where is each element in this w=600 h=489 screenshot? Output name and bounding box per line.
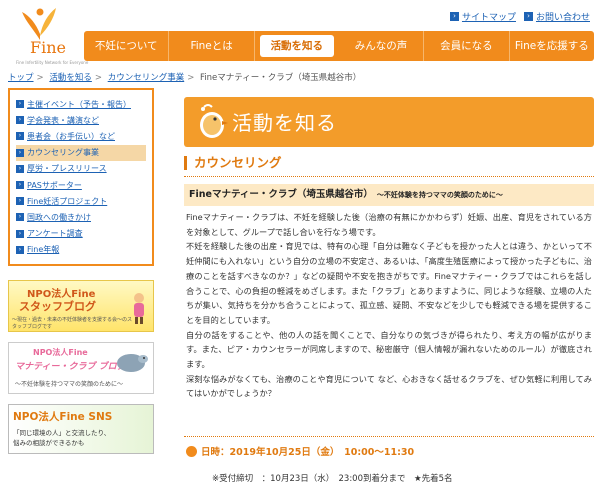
sidebar-item-project[interactable]: › Fine妊活プロジェクト — [16, 193, 146, 209]
sidebar-item-patient-groups[interactable]: › 患者会（お手伝い）など — [16, 128, 146, 144]
banner-title: NPO法人Fine SNS — [13, 411, 113, 423]
registration-deadline: ※受付締切 ：10月23日（水） 23:00到着分まで ★先着5名 — [212, 474, 453, 484]
arrow-right-icon: › — [16, 164, 24, 173]
sidebar-item-policy[interactable]: › 国政への働きかけ — [16, 209, 146, 225]
club-title: Fineマナティー・クラブ（埼玉県越谷市） — [189, 189, 373, 200]
section-title: カウンセリング — [184, 156, 282, 170]
sidebar-item-counseling[interactable]: › カウンセリング事業 — [16, 144, 146, 161]
breadcrumb-top[interactable]: トップ — [8, 73, 34, 83]
main-nav: 不妊について Fineとは 活動を知る みんなの声 会員になる Fineを応援す… — [84, 31, 594, 61]
arrow-right-icon: › — [16, 116, 24, 125]
nav-voices[interactable]: みんなの声 — [339, 31, 425, 61]
event-date-text: 日時：2019年10月25日（金） 10:00〜11:30 — [201, 447, 415, 458]
paragraph: 自分の話をすることや、他の人の話を聞くことで、自分なりの気づきが得られたり、考え… — [186, 329, 592, 370]
banner-title-2: マナティー・クラブ ブログ — [15, 362, 126, 372]
utility-links: › サイトマップ › お問い合わせ — [449, 10, 590, 23]
arrow-right-icon: › — [16, 100, 24, 109]
sidebar-item-survey[interactable]: › アンケート調査 — [16, 226, 146, 242]
breadcrumb: トップ > 活動を知る > カウンセリング事業 > Fineマナティー・クラブ（埼玉県… — [8, 73, 362, 83]
banner-subtitle: 〜不妊体験を持つママの笑顔のために〜 — [15, 381, 124, 388]
paragraph: 深刻な悩みがなくても、治療のことや育児について など、心おきなく話せるクラブを、… — [186, 373, 592, 399]
sidebar-item-conferences[interactable]: › 学会発表・講演など — [16, 112, 146, 128]
arrow-right-icon: › — [16, 148, 24, 157]
section-divider — [184, 176, 594, 177]
club-heading: Fineマナティー・クラブ（埼玉県越谷市） 〜不妊体験を持つママの笑顔のために〜 — [184, 184, 594, 206]
breadcrumb-counseling[interactable]: カウンセリング事業 — [108, 73, 185, 83]
banner-subtitle-1: 「同じ環境の人」と交流したり、 — [13, 429, 111, 437]
arrow-right-icon: › — [16, 197, 24, 206]
bird-icon — [200, 104, 228, 138]
banner-subtitle-2: 悩みの相談ができるかも — [13, 439, 85, 447]
breadcrumb-current: Fineマナティー・クラブ（埼玉県越谷市） — [200, 73, 362, 83]
sidebar-menu: › 主催イベント（予告・報告） › 学会発表・講演など › 患者会（お手伝い）など ›… — [8, 88, 154, 266]
logo-text: Fine — [30, 38, 66, 57]
club-description: Fineマナティー・クラブは、不妊を経験した後（治療の有無にかかわらず）妊娠、出… — [186, 210, 592, 401]
club-tagline: 〜不妊体験を持つママの笑顔のために〜 — [376, 191, 503, 199]
breadcrumb-activities[interactable]: 活動を知る — [49, 73, 92, 83]
arrow-right-icon: › — [449, 12, 459, 21]
nav-about-fine[interactable]: Fineとは — [169, 31, 255, 61]
sitemap-link[interactable]: › サイトマップ — [449, 10, 516, 23]
sidebar-item-pas[interactable]: › PASサポーター — [16, 177, 146, 193]
clock-icon — [186, 445, 197, 457]
hero-title: 活動を知る — [232, 111, 337, 135]
staff-blog-banner[interactable]: NPO法人Fine スタッフブログ 〜現在・過去・未来の不妊体験者を支援する会〜… — [8, 280, 154, 332]
nav-membership[interactable]: 会員になる — [424, 31, 510, 61]
banner-title-2: スタッフブログ — [19, 300, 96, 313]
fine-sns-banner[interactable]: NPO法人Fine SNS 「同じ環境の人」と交流したり、 悩みの相談ができるか… — [8, 404, 154, 454]
arrow-right-icon: › — [16, 245, 24, 254]
manatee-blog-banner[interactable]: NPO法人Fine マナティー・クラブ ブログ 〜不妊体験を持つママの笑顔のため… — [8, 342, 154, 394]
hero-banner: 活動を知る — [184, 97, 594, 147]
nav-support[interactable]: Fineを応援する — [510, 31, 594, 61]
arrow-right-icon: › — [16, 213, 24, 222]
arrow-right-icon: › — [523, 12, 533, 21]
arrow-right-icon: › — [16, 229, 24, 238]
banner-subtitle: 〜現在・過去・未来の不妊体験者を支援する会〜のスタッフブログです — [12, 317, 133, 330]
date-divider — [184, 436, 594, 437]
logo-subtitle: Fine Infertility Network for Everyone — [16, 60, 89, 65]
event-date: 日時：2019年10月25日（金） 10:00〜11:30 — [186, 444, 414, 458]
sidebar-item-events[interactable]: › 主催イベント（予告・報告） — [16, 96, 146, 112]
nav-activities[interactable]: 活動を知る — [259, 35, 334, 57]
sidebar-item-annual[interactable]: › Fine年報 — [16, 242, 146, 258]
arrow-right-icon: › — [16, 181, 24, 190]
paragraph: Fineマナティー・クラブは、不妊を経験した後（治療の有無にかかわらず）妊娠、出… — [186, 212, 592, 237]
banner-title: NPO法人Fine — [33, 348, 88, 357]
child-figure-icon — [134, 293, 144, 324]
paragraph: 不妊を経験した後の出産・育児では、特有の心理「自分は難なく子どもを授かった人とは… — [186, 241, 592, 325]
sidebar-item-press[interactable]: › 厚労・プレスリリース — [16, 161, 146, 177]
nav-about-infertility[interactable]: 不妊について — [84, 31, 170, 61]
manatee-icon — [117, 354, 148, 372]
arrow-right-icon: › — [16, 132, 24, 141]
logo[interactable]: Fine Fine Infertility Network for Everyo… — [6, 4, 88, 65]
contact-link[interactable]: › お問い合わせ — [523, 10, 590, 23]
